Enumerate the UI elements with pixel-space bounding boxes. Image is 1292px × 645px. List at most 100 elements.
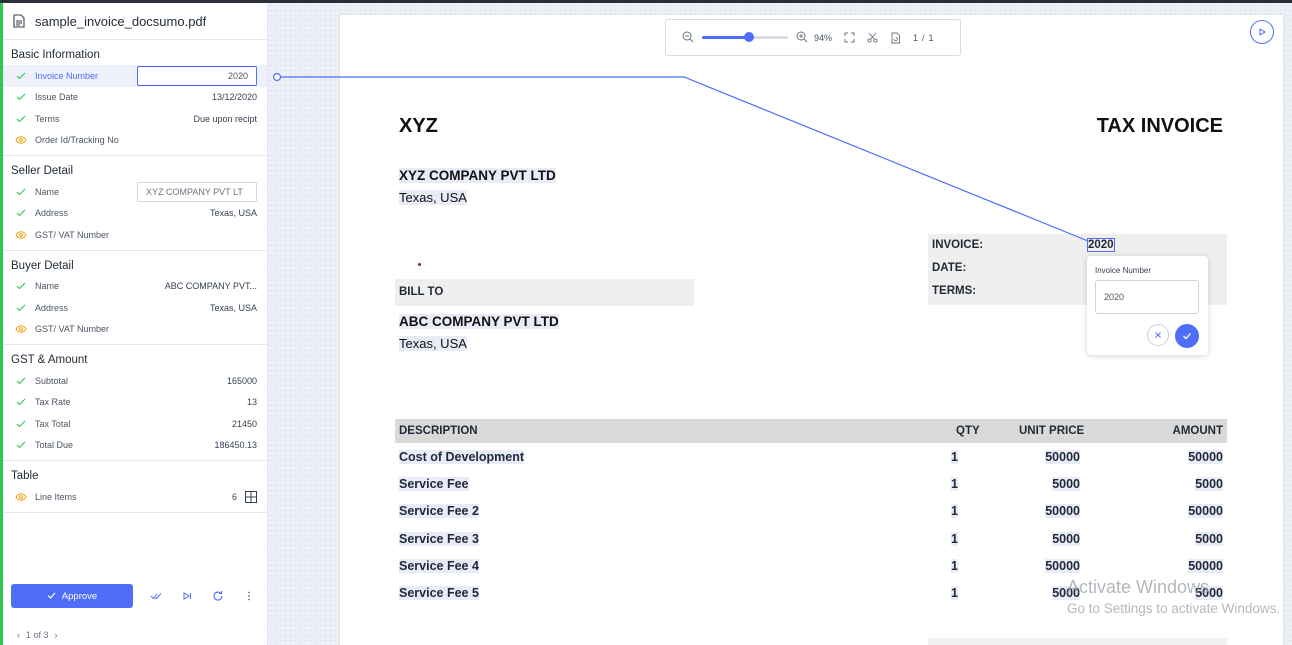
- meta-value-invoice[interactable]: 2020: [1087, 238, 1115, 252]
- seller-name[interactable]: XYZ COMPANY PVT LTD: [399, 168, 556, 183]
- popup-value-input[interactable]: [1095, 280, 1199, 314]
- page-separator: /: [922, 32, 925, 43]
- cell-unit-price[interactable]: 50000: [1045, 558, 1080, 573]
- cell-qty[interactable]: 1: [951, 450, 958, 464]
- meta-label-terms: TERMS:: [932, 285, 977, 297]
- cell-description[interactable]: Service Fee 4: [399, 558, 479, 573]
- cell-description[interactable]: Cost of Development: [399, 450, 525, 464]
- field-label: Name: [35, 281, 60, 292]
- section-title: Buyer Detail: [11, 259, 74, 272]
- seller-address[interactable]: Texas, USA: [399, 190, 467, 205]
- section-basic-information: Basic Information Invoice Number Issue Dat…: [3, 40, 267, 156]
- field-row[interactable]: Address Texas, USA: [3, 203, 267, 225]
- confirm-button[interactable]: [1175, 324, 1199, 348]
- cell-description[interactable]: Service Fee 2: [399, 504, 479, 519]
- table-grid-icon[interactable]: [245, 490, 257, 503]
- field-label: Terms: [35, 113, 60, 124]
- more-options-icon[interactable]: [241, 588, 257, 604]
- check-icon: [15, 70, 27, 82]
- field-row[interactable]: Invoice Number: [3, 65, 267, 87]
- field-sections: Basic Information Invoice Number Issue Dat…: [3, 40, 267, 513]
- field-row[interactable]: Name ABC COMPANY PVT...: [3, 276, 267, 298]
- rotate-page-icon[interactable]: [890, 32, 901, 44]
- cell-description[interactable]: Service Fee: [399, 477, 469, 492]
- cell-unit-price[interactable]: 50000: [1045, 504, 1080, 519]
- skip-next-icon[interactable]: [179, 588, 195, 604]
- cell-description[interactable]: Service Fee 5: [399, 586, 479, 600]
- play-icon: [1259, 28, 1266, 36]
- pager-text: 1 of 3: [26, 630, 49, 640]
- fit-screen-icon[interactable]: [844, 32, 855, 43]
- field-row[interactable]: Name: [3, 181, 267, 203]
- cell-amount[interactable]: 50000: [1188, 450, 1223, 464]
- buyer-address[interactable]: Texas, USA: [399, 336, 467, 351]
- play-button[interactable]: [1250, 20, 1274, 44]
- cell-qty[interactable]: 1: [951, 504, 958, 519]
- field-row[interactable]: Tax Rate 13: [3, 392, 267, 414]
- check-icon: [15, 396, 27, 408]
- field-label: Tax Rate: [35, 397, 71, 408]
- zoom-out-icon[interactable]: [682, 31, 694, 45]
- field-row[interactable]: Line Items 6: [3, 486, 267, 508]
- invoice-title: TAX INVOICE: [1096, 115, 1223, 137]
- cell-unit-price[interactable]: 5000: [1052, 477, 1080, 492]
- cell-amount[interactable]: 50000: [1188, 558, 1223, 573]
- field-label: Invoice Number: [35, 70, 99, 81]
- cell-qty[interactable]: 1: [951, 477, 958, 492]
- cell-qty[interactable]: 1: [951, 558, 958, 573]
- cancel-button[interactable]: [1147, 324, 1169, 346]
- field-row[interactable]: GST/ VAT Number: [3, 224, 267, 246]
- section-title: Basic Information: [11, 49, 100, 61]
- refresh-icon[interactable]: [210, 588, 226, 604]
- cell-description[interactable]: Service Fee 3: [399, 531, 479, 546]
- cell-qty[interactable]: 1: [951, 531, 958, 546]
- check-icon: [15, 91, 27, 103]
- activate-windows-subtitle: Go to Settings to activate Windows.: [1067, 601, 1281, 616]
- table-row: Cost of Development 1 50000 50000: [395, 447, 1227, 469]
- field-row[interactable]: Issue Date 13/12/2020: [3, 87, 267, 109]
- table-row: Service Fee 4 1 50000 50000: [395, 556, 1227, 578]
- check-icon: [15, 113, 27, 125]
- cell-amount[interactable]: 5000: [1195, 531, 1223, 546]
- cell-amount[interactable]: 5000: [1195, 477, 1223, 492]
- approve-label: Approve: [61, 590, 98, 602]
- section-title: GST & Amount: [11, 354, 88, 366]
- prev-page-icon[interactable]: ‹: [17, 630, 20, 640]
- approve-button[interactable]: Approve: [11, 584, 133, 608]
- field-value: 6: [231, 491, 237, 502]
- field-row[interactable]: Terms Due upon recipt: [3, 108, 267, 130]
- cell-qty[interactable]: 1: [951, 586, 958, 600]
- cell-amount[interactable]: 50000: [1188, 504, 1223, 519]
- zoom-slider[interactable]: [702, 32, 788, 42]
- field-label: Address: [35, 208, 69, 219]
- next-page-icon[interactable]: ›: [55, 630, 58, 640]
- page-footer-fragment: [928, 638, 1227, 645]
- double-check-icon[interactable]: [148, 588, 164, 604]
- bill-to-label: BILL TO: [395, 279, 694, 306]
- field-label: Order Id/Tracking No: [35, 135, 119, 146]
- file-header: sample_invoice_docsumo.pdf: [3, 3, 267, 40]
- buyer-name[interactable]: ABC COMPANY PVT LTD: [399, 314, 559, 329]
- table-header: DESCRIPTION QTY UNIT PRICE AMOUNT: [395, 419, 1227, 443]
- field-row[interactable]: Order Id/Tracking No: [3, 130, 267, 152]
- column-header-amount: AMOUNT: [1172, 425, 1223, 437]
- field-row[interactable]: GST/ VAT Number: [3, 319, 267, 341]
- field-row[interactable]: Tax Total 21450: [3, 413, 267, 435]
- section-seller-detail: Seller Detail Name Address Texas, USA GST/ V…: [3, 156, 267, 251]
- field-row[interactable]: Address Texas, USA: [3, 297, 267, 319]
- cut-icon[interactable]: [867, 32, 878, 43]
- field-row[interactable]: Total Due 186450.13: [3, 435, 267, 457]
- zoom-in-icon[interactable]: [796, 31, 808, 45]
- field-row[interactable]: Subtotal 165000: [3, 370, 267, 392]
- eye-icon: [15, 323, 27, 335]
- column-header-description: DESCRIPTION: [399, 425, 478, 437]
- document-viewer: XYZ TAX INVOICE XYZ COMPANY PVT LTD Texa…: [268, 3, 1292, 645]
- cell-unit-price[interactable]: 5000: [1052, 531, 1080, 546]
- field-label: Name: [35, 186, 60, 197]
- field-value: 13/12/2020: [211, 92, 257, 103]
- field-value-input[interactable]: [137, 65, 257, 86]
- field-value-input[interactable]: [137, 181, 257, 202]
- zoom-slider-knob[interactable]: [744, 32, 755, 42]
- cell-unit-price[interactable]: 50000: [1045, 450, 1080, 464]
- check-icon: [15, 280, 27, 292]
